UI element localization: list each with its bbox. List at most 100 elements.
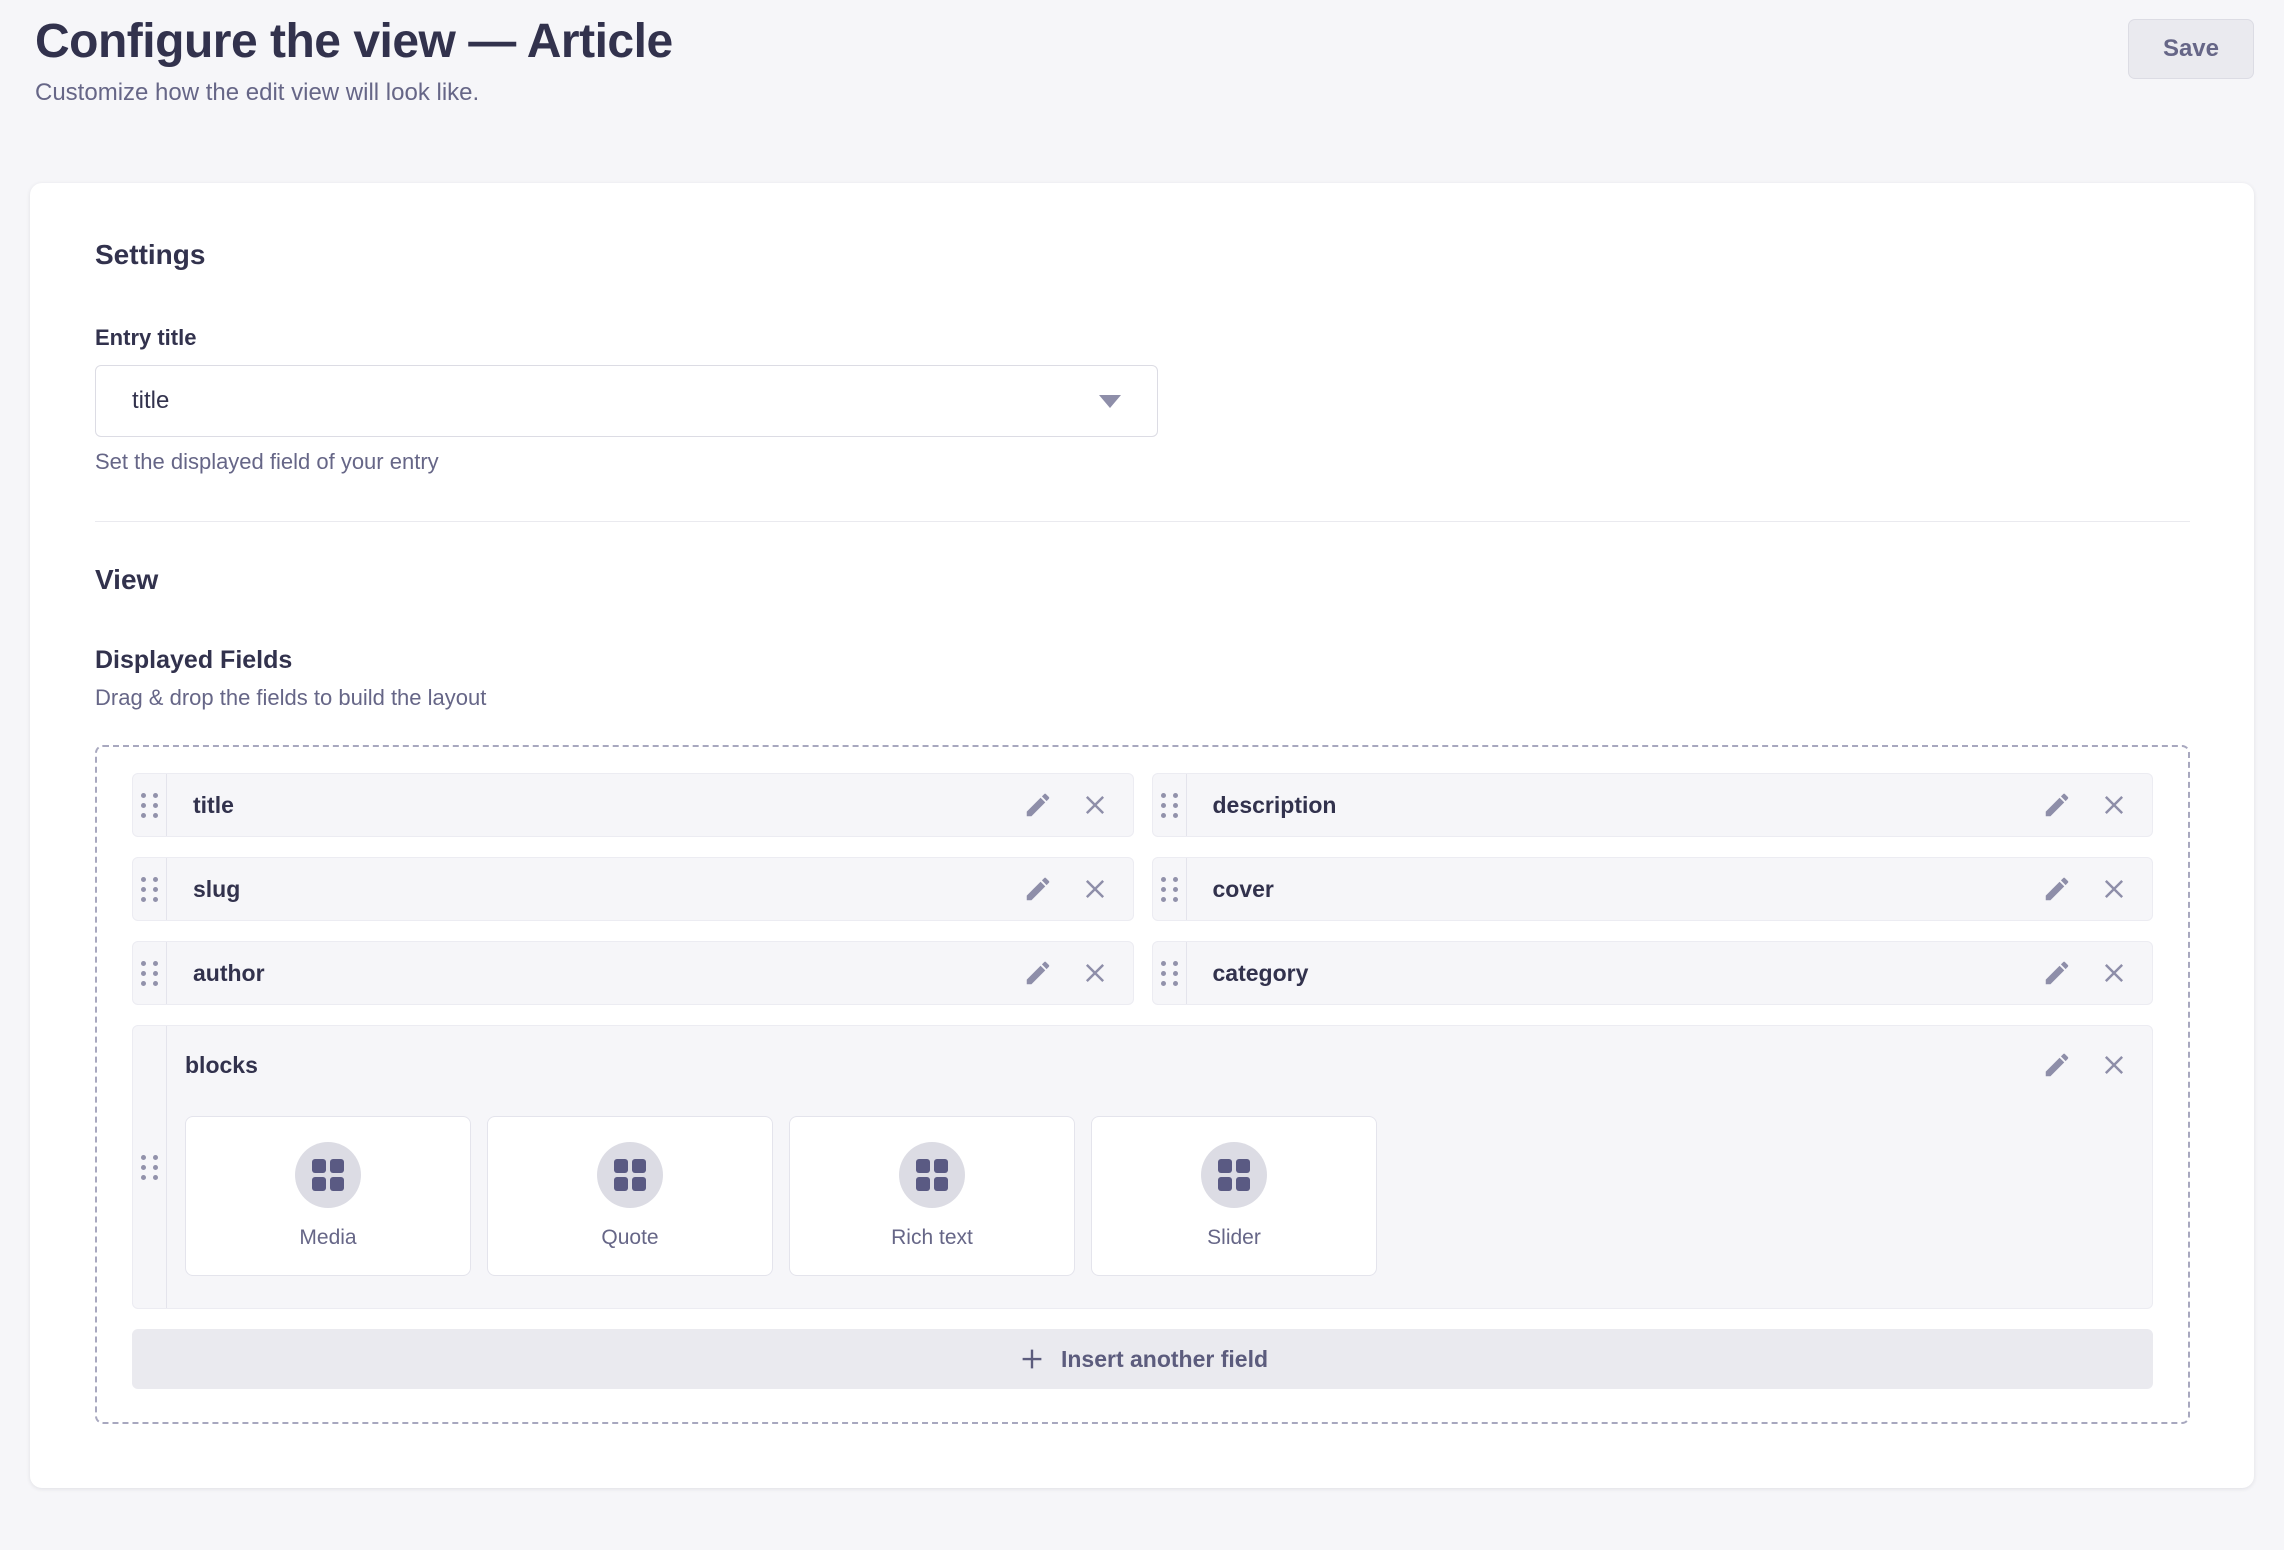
- drag-handle-icon: [141, 961, 158, 986]
- pencil-icon: [2042, 874, 2072, 904]
- component-cards: Media Quote Rich text: [185, 1116, 2128, 1276]
- drag-handle[interactable]: [1153, 942, 1187, 1004]
- field-row-title: title: [132, 773, 1134, 837]
- fields-dropzone: title description: [95, 745, 2190, 1424]
- edit-field-button[interactable]: [2042, 958, 2072, 988]
- displayed-fields-hint: Drag & drop the fields to build the layo…: [95, 685, 2190, 711]
- chevron-down-icon: [1099, 395, 1121, 408]
- edit-field-button[interactable]: [2042, 1050, 2072, 1080]
- pencil-icon: [2042, 790, 2072, 820]
- edit-field-button[interactable]: [2042, 790, 2072, 820]
- field-actions: [2042, 1050, 2128, 1080]
- remove-field-button[interactable]: [1081, 959, 1109, 987]
- field-actions: [2042, 858, 2152, 920]
- remove-field-button[interactable]: [1081, 875, 1109, 903]
- field-actions: [1023, 774, 1133, 836]
- edit-field-button[interactable]: [2042, 874, 2072, 904]
- field-label: category: [1187, 942, 2043, 1004]
- field-label: author: [167, 942, 1023, 1004]
- field-label: blocks: [185, 1052, 258, 1079]
- blocks-header: blocks: [185, 1042, 2128, 1088]
- field-row-description: description: [1152, 773, 2154, 837]
- close-icon: [2100, 959, 2128, 987]
- remove-field-button[interactable]: [2100, 875, 2128, 903]
- view-heading: View: [95, 564, 2190, 596]
- field-actions: [1023, 858, 1133, 920]
- edit-field-button[interactable]: [1023, 874, 1053, 904]
- component-badge: [1201, 1142, 1267, 1208]
- component-label: Slider: [1207, 1226, 1261, 1250]
- drag-handle[interactable]: [133, 858, 167, 920]
- page-title: Configure the view — Article: [35, 14, 673, 69]
- pencil-icon: [2042, 958, 2072, 988]
- section-divider: [95, 521, 2190, 522]
- component-card-quote[interactable]: Quote: [487, 1116, 773, 1276]
- drag-handle[interactable]: [133, 942, 167, 1004]
- close-icon: [1081, 959, 1109, 987]
- entry-title-select[interactable]: title: [95, 365, 1158, 437]
- configuration-card: Settings Entry title title Set the displ…: [30, 183, 2254, 1488]
- entry-title-hint: Set the displayed field of your entry: [95, 449, 2190, 475]
- save-button[interactable]: Save: [2128, 19, 2254, 79]
- remove-field-button[interactable]: [2100, 1051, 2128, 1079]
- pencil-icon: [2042, 1050, 2072, 1080]
- grid-icon: [312, 1159, 344, 1191]
- drag-handle-icon: [1161, 961, 1178, 986]
- component-card-media[interactable]: Media: [185, 1116, 471, 1276]
- insert-field-label: Insert another field: [1061, 1346, 1268, 1373]
- pencil-icon: [1023, 874, 1053, 904]
- remove-field-button[interactable]: [2100, 791, 2128, 819]
- entry-title-label: Entry title: [95, 325, 2190, 351]
- insert-field-button[interactable]: Insert another field: [132, 1329, 2153, 1389]
- page-subtitle: Customize how the edit view will look li…: [35, 79, 673, 107]
- drag-handle-icon: [1161, 877, 1178, 902]
- settings-heading: Settings: [95, 239, 2190, 271]
- drag-handle[interactable]: [1153, 858, 1187, 920]
- close-icon: [2100, 875, 2128, 903]
- drag-handle-icon: [141, 793, 158, 818]
- drag-handle[interactable]: [133, 774, 167, 836]
- component-card-slider[interactable]: Slider: [1091, 1116, 1377, 1276]
- close-icon: [1081, 875, 1109, 903]
- displayed-fields-heading: Displayed Fields: [95, 646, 2190, 675]
- drag-handle-icon: [141, 1155, 158, 1180]
- remove-field-button[interactable]: [2100, 959, 2128, 987]
- drag-handle[interactable]: [133, 1026, 167, 1308]
- entry-title-select-value: title: [132, 387, 169, 415]
- component-label: Media: [299, 1226, 356, 1250]
- close-icon: [2100, 791, 2128, 819]
- page-header-text: Configure the view — Article Customize h…: [35, 14, 673, 107]
- pencil-icon: [1023, 790, 1053, 820]
- close-icon: [2100, 1051, 2128, 1079]
- grid-icon: [916, 1159, 948, 1191]
- field-row-blocks: blocks Media: [132, 1025, 2153, 1309]
- blocks-content: blocks Media: [167, 1026, 2152, 1308]
- remove-field-button[interactable]: [1081, 791, 1109, 819]
- component-label: Rich text: [891, 1226, 973, 1250]
- field-row-category: category: [1152, 941, 2154, 1005]
- field-label: title: [167, 774, 1023, 836]
- pencil-icon: [1023, 958, 1053, 988]
- field-label: cover: [1187, 858, 2043, 920]
- component-badge: [899, 1142, 965, 1208]
- drag-handle-icon: [141, 877, 158, 902]
- field-row-author: author: [132, 941, 1134, 1005]
- drag-handle[interactable]: [1153, 774, 1187, 836]
- field-row-cover: cover: [1152, 857, 2154, 921]
- field-actions: [1023, 942, 1133, 1004]
- plus-icon: [1017, 1344, 1047, 1374]
- field-row-slug: slug: [132, 857, 1134, 921]
- field-label: slug: [167, 858, 1023, 920]
- field-actions: [2042, 942, 2152, 1004]
- component-badge: [597, 1142, 663, 1208]
- close-icon: [1081, 791, 1109, 819]
- edit-field-button[interactable]: [1023, 958, 1053, 988]
- drag-handle-icon: [1161, 793, 1178, 818]
- edit-field-button[interactable]: [1023, 790, 1053, 820]
- field-actions: [2042, 774, 2152, 836]
- field-label: description: [1187, 774, 2043, 836]
- grid-icon: [614, 1159, 646, 1191]
- grid-icon: [1218, 1159, 1250, 1191]
- component-card-rich-text[interactable]: Rich text: [789, 1116, 1075, 1276]
- page-header: Configure the view — Article Customize h…: [0, 0, 2284, 107]
